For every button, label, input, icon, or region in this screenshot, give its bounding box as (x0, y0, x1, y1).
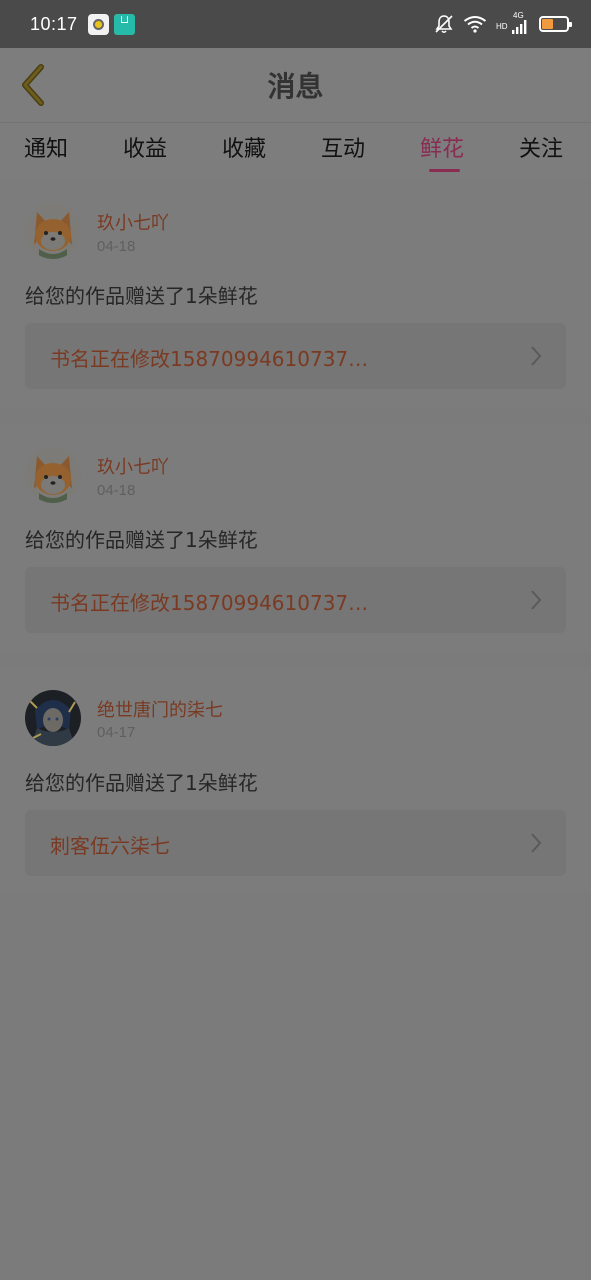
tab-earnings[interactable]: 收益 (123, 131, 167, 175)
username[interactable]: 玖小七吖 (97, 453, 169, 479)
wifi-icon (463, 16, 487, 33)
avatar[interactable] (25, 690, 81, 746)
chevron-right-icon (531, 833, 542, 853)
username[interactable]: 玖小七吖 (97, 209, 169, 235)
book-link[interactable]: 书名正在修改15870994610737… (25, 567, 566, 633)
shiba-avatar (25, 203, 81, 259)
tab-following[interactable]: 关注 (519, 131, 563, 175)
status-time: 10:17 (30, 13, 78, 34)
message-date: 04-17 (97, 724, 136, 741)
message-date: 04-18 (97, 482, 136, 499)
mute-bell-icon (435, 15, 453, 34)
tab-notifications[interactable]: 通知 (24, 131, 68, 175)
back-chevron-icon (22, 64, 44, 106)
message-card: 玖小七吖 04-18 给您的作品赠送了1朵鲜花 书名正在修改1587099461… (0, 181, 591, 409)
battery-icon (539, 16, 572, 32)
signal-icon: 4G HD (496, 11, 530, 35)
book-link[interactable]: 书名正在修改15870994610737… (25, 323, 566, 389)
header: 消息 (0, 48, 591, 122)
avatar[interactable] (25, 447, 81, 503)
status-bar: 10:17 4G HD (0, 0, 591, 48)
tab-bar: 通知 收益 收藏 互动 鲜花 关注 (0, 122, 591, 180)
message-text: 给您的作品赠送了1朵鲜花 (25, 528, 258, 552)
anime-avatar (25, 690, 81, 746)
tab-interactions[interactable]: 互动 (321, 131, 365, 175)
chevron-right-icon (531, 346, 542, 366)
message-text: 给您的作品赠送了1朵鲜花 (25, 771, 258, 795)
status-icons: 4G HD (434, 11, 572, 35)
hd-badge: HD (496, 22, 508, 31)
message-card: 玖小七吖 04-18 给您的作品赠送了1朵鲜花 书名正在修改1587099461… (0, 425, 591, 653)
username[interactable]: 绝世唐门的柒七 (97, 696, 223, 722)
book-title: 刺客伍六柒七 (50, 834, 170, 858)
tab-favorites[interactable]: 收藏 (222, 131, 266, 175)
message-card: 绝世唐门的柒七 04-17 给您的作品赠送了1朵鲜花 刺客伍六柒七 (0, 668, 591, 892)
battery-fill (542, 19, 553, 29)
app-notification-icon-2 (113, 13, 135, 35)
active-tab-indicator (429, 169, 460, 172)
app-notification-icon (87, 13, 109, 35)
page-title: 消息 (267, 70, 324, 103)
book-title: 书名正在修改15870994610737… (50, 591, 369, 615)
message-text: 给您的作品赠送了1朵鲜花 (25, 284, 258, 308)
message-date: 04-18 (97, 238, 136, 255)
shiba-avatar (25, 447, 81, 503)
book-title: 书名正在修改15870994610737… (50, 347, 369, 371)
book-link[interactable]: 刺客伍六柒七 (25, 810, 566, 876)
back-button[interactable] (12, 62, 52, 108)
chevron-right-icon (531, 590, 542, 610)
avatar[interactable] (25, 203, 81, 259)
